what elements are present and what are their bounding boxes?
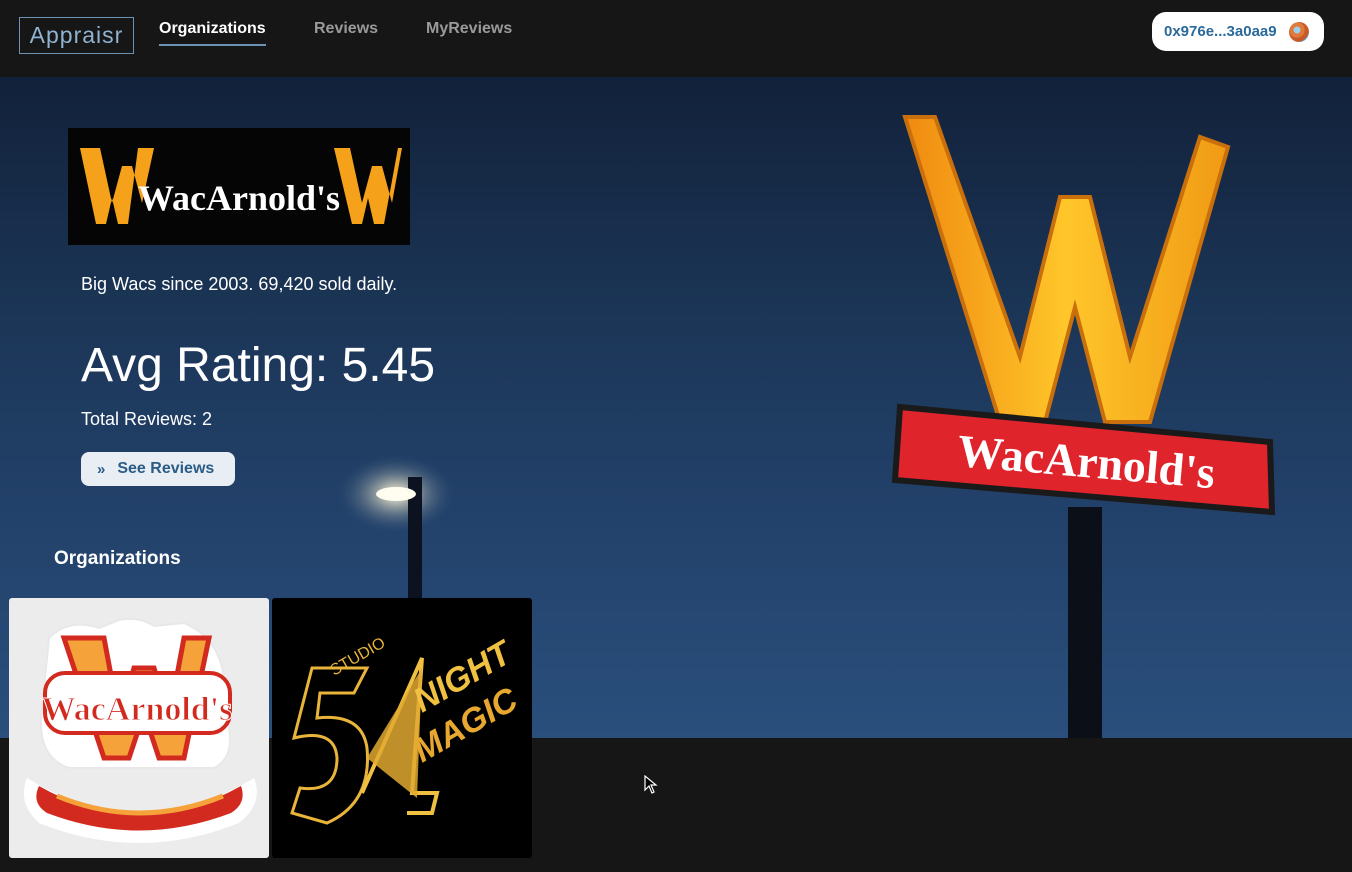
sign-pole [1068,507,1102,738]
wallet-avatar-icon [1288,21,1309,42]
organization-brand-logo: WacArnold's [68,128,410,245]
active-tab-underline [159,44,266,46]
average-rating: Avg Rating: 5.45 [81,339,436,392]
nav-tab-myreviews[interactable]: MyReviews [426,20,512,38]
nav-tab-reviews-label: Reviews [314,20,379,37]
brand-logo-text: WacArnold's [138,178,340,218]
studio54-five-icon [290,666,370,825]
top-navigation-bar: Appraisr Organizations Reviews MyReviews… [0,0,1352,77]
studio-text: STUDIO [328,635,389,680]
total-reviews: Total Reviews: 2 [81,409,213,429]
nav-tab-organizations[interactable]: Organizations [159,20,266,46]
see-reviews-button[interactable]: » See Reviews [81,452,235,486]
wacarnolds-sticker-logo: WacArnold's [23,617,257,843]
studio54-night-magic-logo: STUDIO NIGHT MAGIC [290,633,525,825]
organization-description: Big Wacs since 2003. 69,420 sold daily. [81,274,398,294]
app-logo[interactable]: Appraisr [19,17,134,54]
right-w-icon [334,148,402,224]
organizations-section-title: Organizations [54,548,181,569]
sign-arches [902,115,1231,424]
see-reviews-label: See Reviews [117,460,215,477]
nav-tab-reviews[interactable]: Reviews [314,20,378,38]
wacarnolds-banner-logo: WacArnold's [80,148,402,224]
nav-tab-myreviews-label: MyReviews [426,20,513,37]
wallet-address-button[interactable]: 0x976e...3a0aa9 [1152,12,1324,51]
sticker-text: WacArnold's [42,691,233,728]
wallet-address: 0x976e...3a0aa9 [1164,23,1277,40]
organization-card-wacarnolds[interactable]: WacArnold's [9,598,269,858]
nav-tab-organizations-label: Organizations [159,20,266,37]
lamp-light [376,487,416,501]
double-chevron-right-icon: » [97,460,106,478]
mouse-cursor-icon [644,775,658,794]
organization-card-studio54[interactable]: STUDIO NIGHT MAGIC [272,598,532,858]
